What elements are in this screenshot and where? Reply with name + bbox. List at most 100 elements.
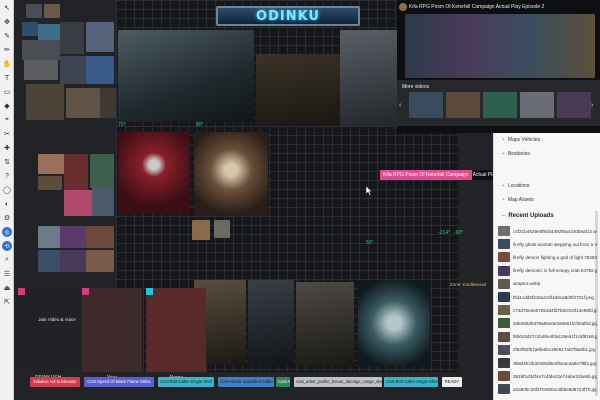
tool-icon[interactable]: ✥ <box>2 17 12 27</box>
tool-icon[interactable]: ✏ <box>2 45 12 55</box>
asset-image[interactable] <box>44 4 60 18</box>
tool-icon[interactable]: ⏏ <box>2 283 12 293</box>
video-frame <box>405 14 595 78</box>
more-video-thumbnail[interactable] <box>520 92 554 118</box>
player-video-tile[interactable]: Akona <box>146 288 206 381</box>
asset-image[interactable] <box>26 84 64 120</box>
folder-maps-vehicles[interactable]: Maps Vehicles <box>502 137 540 143</box>
tool-icon[interactable]: ⚙ <box>2 213 12 223</box>
macro-button[interactable]: Cost Speed Of Black Flame Strike <box>84 377 154 387</box>
folder-locations[interactable]: Locations <box>502 183 529 189</box>
player-color-swatch <box>18 288 25 295</box>
asset-image[interactable] <box>86 22 114 52</box>
recent-upload-item[interactable]: wraptor.webp <box>498 278 597 290</box>
asset-image[interactable] <box>92 188 114 216</box>
asset-image[interactable] <box>22 22 38 36</box>
recent-upload-item[interactable]: f6d1cdd5f315a2c5f4d6ca8d0f2701f.png <box>498 291 597 303</box>
recent-upload-item[interactable]: 2f64f92f57a8fe6bc39e517a07f8a0b1.jpg <box>498 344 597 356</box>
tool-icon[interactable]: ⇅ <box>2 157 12 167</box>
asset-image[interactable] <box>64 154 88 190</box>
token-image[interactable] <box>214 220 230 238</box>
macro-button[interactable]: Cost Bolt Caller Single Shot <box>158 377 214 387</box>
asset-image[interactable] <box>22 40 60 60</box>
asset-image[interactable] <box>38 176 62 190</box>
player-video-tile[interactable]: ODINKUSH <box>18 288 78 381</box>
macro-button[interactable]: cost_arbor_profile_bonus_damage_range_si… <box>294 377 382 387</box>
tool-icon[interactable]: ⇱ <box>2 297 12 307</box>
asset-image[interactable] <box>90 154 114 188</box>
macro-button[interactable]: Initiative roll to Elevator <box>30 377 80 387</box>
channel-avatar[interactable] <box>399 3 407 11</box>
tool-icon[interactable]: ⟲ <box>2 241 12 251</box>
recent-upload-item[interactable]: f6b0c5d27c1bd8e4f0a139e61f1c6f8166.jpg <box>498 331 597 343</box>
tool-icon[interactable]: ▭ <box>2 87 12 97</box>
recent-upload-item[interactable]: firefly demon fighting a god of light 78… <box>498 251 597 263</box>
recent-upload-item[interactable]: firefly ghost woman stepping out from a … <box>498 238 597 250</box>
tool-sidebar: ↖ ✥ ✎ ✏ ✋ T ▭ ◆ ⌖ ✂ ✚ ⇅? ◯ ◐ ⚙ ◎ ⟲ ⌕ ☰ ⏏ ⇱ <box>0 0 14 400</box>
folder-bestiaries[interactable]: Bestiaries <box>502 151 530 157</box>
asset-image[interactable] <box>60 226 86 248</box>
asset-image[interactable] <box>26 4 42 18</box>
creature-image[interactable] <box>118 132 190 214</box>
asset-image[interactable] <box>64 190 92 216</box>
more-video-thumbnail[interactable] <box>409 92 443 118</box>
map-scene-image[interactable] <box>340 30 402 126</box>
macro-button[interactable]: READY <box>442 377 462 387</box>
player-video-tile[interactable]: Yore <box>82 288 142 381</box>
tool-icon[interactable]: ⌖ <box>2 115 12 125</box>
asset-image[interactable] <box>86 56 114 84</box>
recent-upload-item[interactable]: c4f21b4629e5f8d44492f8a4240b6af13.webp <box>498 225 597 237</box>
recent-uploads-heading[interactable]: Recent Uploads <box>502 213 553 219</box>
asset-image[interactable] <box>60 22 84 54</box>
recent-upload-item[interactable]: 3519f1d34f4a7c4fde22e74abe31be5b.jpg <box>498 370 597 382</box>
tool-icon[interactable]: ◐ <box>2 199 12 209</box>
asset-image[interactable] <box>38 250 60 272</box>
tool-icon[interactable]: ✎ <box>2 31 12 41</box>
asset-image[interactable] <box>60 56 86 84</box>
upload-thumbnail <box>498 239 510 250</box>
recent-upload-item[interactable]: 0b8d4fc2b3c805d8e2f6a4e4a6e7f8f1.jpg <box>498 357 597 369</box>
tool-icon[interactable]: ◆ <box>2 101 12 111</box>
chevron-left-icon[interactable]: ‹ <box>399 102 401 109</box>
video-title[interactable]: Kifa RPG Prism Of Keterfall Campaign Act… <box>409 4 596 10</box>
tool-icon[interactable]: ? <box>2 171 12 181</box>
asset-image[interactable] <box>86 226 114 248</box>
map-scene-image[interactable] <box>296 282 354 366</box>
tool-icon[interactable]: ✚ <box>2 143 12 153</box>
asset-image[interactable] <box>38 226 60 248</box>
asset-image[interactable] <box>86 250 114 272</box>
tool-icon[interactable]: ☰ <box>2 269 12 279</box>
more-video-thumbnail[interactable] <box>446 92 480 118</box>
chevron-right-icon[interactable]: › <box>591 102 593 109</box>
recent-upload-item[interactable]: firefly demonic in full ectopy crab 8479… <box>498 265 597 277</box>
tool-icon[interactable]: ✂ <box>2 129 12 139</box>
asset-image[interactable] <box>38 154 64 174</box>
join-video-voice-button[interactable]: Join Video & Voice <box>36 317 78 327</box>
video-embed[interactable]: Kifa RPG Prism Of Keterfall Campaign Act… <box>397 0 600 133</box>
tool-icon[interactable]: ◎ <box>2 227 12 237</box>
map-scene-image[interactable] <box>248 280 294 366</box>
folder-map-assets[interactable]: Map Assets <box>502 197 534 203</box>
map-scene-image[interactable] <box>256 54 340 126</box>
more-video-thumbnail[interactable] <box>557 92 591 118</box>
recent-upload-item[interactable]: 3d6365d0379a65e0e3a6661fcf40af0d.jpg <box>498 317 597 329</box>
asset-image[interactable] <box>60 250 86 272</box>
creature-image[interactable] <box>194 132 268 216</box>
tool-icon[interactable]: ↖ <box>2 3 12 13</box>
more-video-thumbnail[interactable] <box>483 92 517 118</box>
map-scene-image[interactable] <box>358 280 430 366</box>
macro-button[interactable]: Cost Akona Sanctified Caller <box>218 377 274 387</box>
asset-image[interactable] <box>24 60 58 80</box>
token-image[interactable] <box>192 220 210 240</box>
recent-upload-item[interactable]: e2a90bc20f2f7e6001c8bbe8d8723f70.jpg <box>498 383 597 395</box>
asset-image[interactable] <box>66 88 100 118</box>
map-scene-image[interactable] <box>118 30 254 122</box>
macro-button[interactable]: Cost Ashen Prayer Buff <box>276 377 290 387</box>
tool-icon[interactable]: ✋ <box>2 59 12 69</box>
asset-image[interactable] <box>100 88 116 118</box>
macro-button[interactable]: Cost Bolt Caller Single Shot <box>384 377 438 387</box>
tool-icon[interactable]: T <box>2 73 12 83</box>
tool-icon[interactable]: ⌕ <box>2 255 12 265</box>
recent-upload-item[interactable]: c74d75e2a07853d4fd7b8c0c5f13e96fd.jpg <box>498 304 597 316</box>
tool-icon[interactable]: ◯ <box>2 185 12 195</box>
